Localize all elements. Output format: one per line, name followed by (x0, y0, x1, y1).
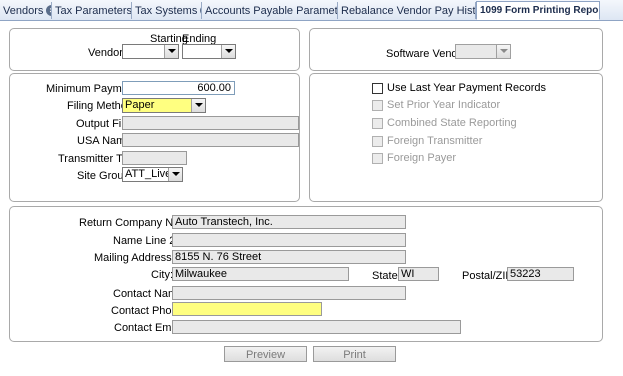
tab-label: 1099 Form Printing Report (480, 5, 600, 16)
site-group-select[interactable]: ATT_Live (122, 167, 183, 182)
tab-tax-parameters[interactable]: Tax Parameters × (52, 2, 132, 19)
combined-state-label: Combined State Reporting (387, 117, 517, 129)
tab-rebalance-vendor-pay-history[interactable]: Rebalance Vendor Pay History × (338, 2, 476, 19)
software-vendor-panel: Software Vendor: (309, 28, 603, 71)
postal-input[interactable]: 53223 (507, 267, 574, 281)
contact-email-input[interactable] (172, 320, 461, 334)
chevron-down-icon[interactable] (168, 168, 182, 181)
tab-tax-systems[interactable]: Tax Systems × (132, 2, 202, 19)
tab-label: Tax Parameters (55, 4, 132, 17)
foreign-payer-label: Foreign Payer (387, 152, 457, 164)
use-last-year-checkbox[interactable] (372, 83, 383, 94)
use-last-year-label: Use Last Year Payment Records (387, 82, 546, 94)
state-input[interactable]: WI (398, 267, 439, 281)
foreign-transmitter-label: Foreign Transmitter (387, 135, 483, 147)
report-flags-panel: Use Last Year Payment Records Set Prior … (309, 73, 603, 202)
transmitter-tin-input[interactable] (122, 151, 187, 165)
preview-button[interactable]: Preview (224, 346, 307, 362)
name-line2-input[interactable] (172, 233, 406, 247)
filing-method-value: Paper (125, 99, 155, 111)
report-options-panel: Minimum Payments: 600.00 Filing Method: … (9, 73, 300, 202)
tab-label: Tax Systems (135, 4, 198, 17)
company-info-panel: Return Company Name: Auto Transtech, Inc… (9, 206, 603, 342)
city-input[interactable]: Milwaukee (172, 267, 349, 281)
tab-label: Vendors (3, 4, 44, 17)
foreign-payer-checkbox[interactable] (372, 153, 383, 164)
tab-label: Rebalance Vendor Pay History (341, 4, 476, 17)
chevron-down-icon[interactable] (221, 45, 235, 58)
ending-vendor-select[interactable] (182, 44, 236, 59)
tab-strip: Vendors × Tax Parameters × Tax Systems ×… (0, 0, 623, 21)
state-label: State: (372, 270, 401, 282)
site-group-value: ATT_Live (125, 168, 172, 180)
mailing-address-label: Mailing Address: (94, 252, 175, 264)
starting-vendor-select[interactable] (122, 44, 179, 59)
minimum-payments-input[interactable]: 600.00 (122, 81, 235, 95)
filing-method-select[interactable]: Paper (122, 98, 206, 113)
mailing-address-input[interactable]: 8155 N. 76 Street (172, 250, 406, 264)
contact-name-input[interactable] (172, 286, 406, 300)
chevron-down-icon[interactable] (496, 45, 510, 58)
contact-phone-input[interactable] (172, 302, 322, 316)
combined-state-checkbox[interactable] (372, 118, 383, 129)
output-file-input[interactable] (122, 116, 299, 130)
set-prior-year-checkbox[interactable] (372, 100, 383, 111)
return-company-name-input[interactable]: Auto Transtech, Inc. (172, 215, 406, 229)
print-button[interactable]: Print (313, 346, 396, 362)
city-label: City: (151, 269, 173, 281)
foreign-transmitter-checkbox[interactable] (372, 136, 383, 147)
chevron-down-icon[interactable] (191, 99, 205, 112)
name-line2-label: Name Line 2: (113, 235, 179, 247)
usa-name-input[interactable] (122, 133, 299, 147)
tab-vendors[interactable]: Vendors × (0, 2, 52, 19)
tab-label: Accounts Payable Parameters (205, 4, 338, 17)
vendor-label: Vendor: (88, 47, 126, 59)
chevron-down-icon[interactable] (164, 45, 178, 58)
set-prior-year-label: Set Prior Year Indicator (387, 99, 501, 111)
software-vendor-select[interactable] (455, 44, 511, 59)
vendor-range-panel: Starting Ending Vendor: (9, 28, 300, 71)
tab-accounts-payable-parameters[interactable]: Accounts Payable Parameters × (202, 2, 338, 19)
tab-1099-form-printing-report[interactable]: 1099 Form Printing Report × (476, 1, 600, 20)
